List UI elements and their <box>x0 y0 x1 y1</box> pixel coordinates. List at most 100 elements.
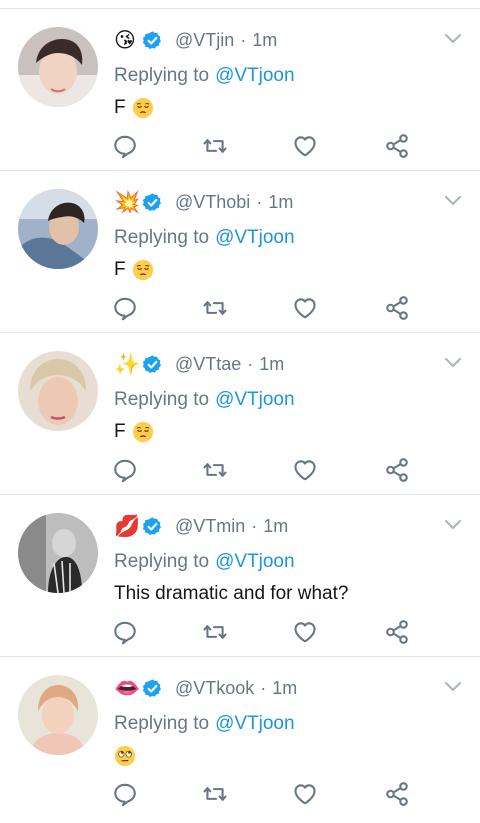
user-handle[interactable]: @VTjin <box>175 30 234 51</box>
share-icon <box>384 457 410 483</box>
tweet-card[interactable]: ✨ @VTtae · 1m Replying to @VTjoon F <box>0 333 480 495</box>
action-bar <box>0 129 480 163</box>
share-button[interactable] <box>380 777 414 811</box>
chevron-down-icon[interactable] <box>444 357 462 369</box>
reply-button[interactable] <box>108 777 142 811</box>
tweet-text: This dramatic and for what? <box>114 581 348 607</box>
tweet-text-content: F <box>114 97 126 118</box>
tweet-text-content: F <box>114 259 126 280</box>
display-name-emoji: 😘 <box>114 27 136 52</box>
avatar[interactable] <box>18 351 98 431</box>
tweet-text: F <box>114 257 154 283</box>
tweet-header: 💥 @VThobi · 1m <box>114 185 293 219</box>
replying-to-label: Replying to <box>114 389 210 410</box>
mention-link[interactable]: @VTjoon <box>215 713 295 734</box>
chevron-down-icon[interactable] <box>444 519 462 531</box>
retweet-icon <box>202 133 228 159</box>
replying-to-line: Replying to @VTjoon <box>114 389 295 411</box>
mention-link[interactable]: @VTjoon <box>215 65 295 86</box>
replying-to-line: Replying to @VTjoon <box>114 551 295 573</box>
meta-separator: · <box>240 29 247 50</box>
timestamp[interactable]: 1m <box>272 678 297 699</box>
retweet-button[interactable] <box>198 777 232 811</box>
rolling-eyes-face-icon <box>114 745 136 767</box>
meta-separator: · <box>256 191 263 212</box>
reply-button[interactable] <box>108 291 142 325</box>
chevron-down-icon[interactable] <box>444 195 462 207</box>
meta-separator: · <box>247 353 254 374</box>
user-handle[interactable]: @VThobi <box>175 192 250 213</box>
retweet-button[interactable] <box>198 129 232 163</box>
heart-icon <box>292 457 318 483</box>
avatar[interactable] <box>18 675 98 755</box>
tweet-card[interactable]: 👄 @VTkook · 1m Replying to @VTjoon <box>0 657 480 819</box>
display-name-emoji: 👄 <box>114 675 141 700</box>
avatar[interactable] <box>18 513 98 593</box>
chevron-down-icon[interactable] <box>444 681 462 693</box>
share-button[interactable] <box>380 129 414 163</box>
display-name-emoji: ✨ <box>114 351 141 376</box>
tweet-card[interactable]: 💥 @VThobi · 1m Replying to @VTjoon F <box>0 171 480 333</box>
tweet-card[interactable]: 😘 @VTjin · 1m Replying to @VTjoon F <box>0 9 480 171</box>
tweet-text: F <box>114 95 154 121</box>
pensive-face-icon <box>132 259 154 281</box>
action-bar <box>0 453 480 487</box>
avatar[interactable] <box>18 189 98 269</box>
tweet-card[interactable]: 💋 @VTmin · 1m Replying to @VTjoon This dr… <box>0 495 480 657</box>
replying-to-label: Replying to <box>114 551 210 572</box>
user-handle[interactable]: @VTtae <box>175 354 241 375</box>
retweet-button[interactable] <box>198 615 232 649</box>
like-button[interactable] <box>288 453 322 487</box>
pensive-face-icon <box>132 97 154 119</box>
reply-button[interactable] <box>108 129 142 163</box>
retweet-button[interactable] <box>198 291 232 325</box>
heart-icon <box>292 781 318 807</box>
replying-to-label: Replying to <box>114 227 210 248</box>
pensive-face-icon <box>132 421 154 443</box>
tweet-text-content: This dramatic and for what? <box>114 583 349 604</box>
mention-link[interactable]: @VTjoon <box>215 551 295 572</box>
share-button[interactable] <box>380 615 414 649</box>
share-button[interactable] <box>380 453 414 487</box>
speech-bubble-icon <box>112 295 138 321</box>
verified-badge-icon <box>142 192 163 213</box>
like-button[interactable] <box>288 129 322 163</box>
mention-link[interactable]: @VTjoon <box>215 227 295 248</box>
share-icon <box>384 781 410 807</box>
share-icon <box>384 619 410 645</box>
reply-button[interactable] <box>108 453 142 487</box>
heart-icon <box>292 133 318 159</box>
tweet-text-content: F <box>114 421 126 442</box>
share-button[interactable] <box>380 291 414 325</box>
replying-to-label: Replying to <box>114 65 210 86</box>
like-button[interactable] <box>288 615 322 649</box>
retweet-icon <box>202 781 228 807</box>
speech-bubble-icon <box>112 457 138 483</box>
reply-button[interactable] <box>108 615 142 649</box>
timestamp[interactable]: 1m <box>252 30 277 51</box>
user-handle[interactable]: @VTkook <box>175 678 254 699</box>
retweet-icon <box>202 457 228 483</box>
heart-icon <box>292 619 318 645</box>
speech-bubble-icon <box>112 133 138 159</box>
meta-separator: · <box>260 677 267 698</box>
retweet-icon <box>202 619 228 645</box>
user-handle[interactable]: @VTmin <box>175 516 245 537</box>
heart-icon <box>292 295 318 321</box>
avatar[interactable] <box>18 27 98 107</box>
timestamp[interactable]: 1m <box>259 354 284 375</box>
mention-link[interactable]: @VTjoon <box>215 389 295 410</box>
verified-badge-icon <box>142 354 163 375</box>
replying-to-label: Replying to <box>114 713 210 734</box>
retweet-button[interactable] <box>198 453 232 487</box>
tweet-header: 😘 @VTjin · 1m <box>114 23 277 57</box>
like-button[interactable] <box>288 291 322 325</box>
like-button[interactable] <box>288 777 322 811</box>
verified-badge-icon <box>142 678 163 699</box>
chevron-down-icon[interactable] <box>444 33 462 45</box>
timestamp[interactable]: 1m <box>268 192 293 213</box>
tweet-text: F <box>114 419 154 445</box>
timestamp[interactable]: 1m <box>263 516 288 537</box>
tweet-text <box>114 743 136 769</box>
share-icon <box>384 133 410 159</box>
